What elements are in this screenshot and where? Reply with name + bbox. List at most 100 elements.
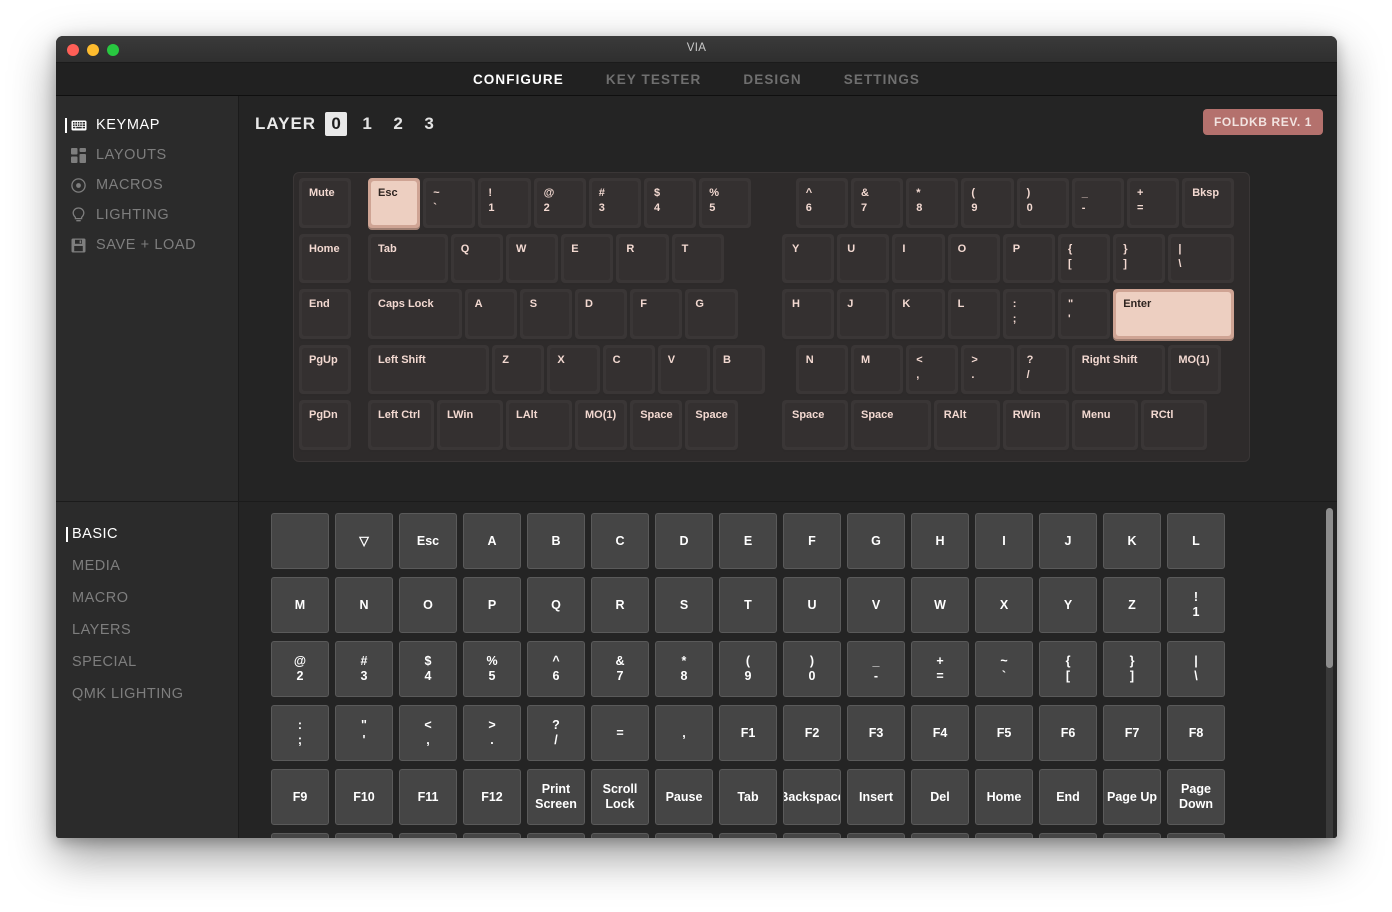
keymap-key[interactable]: { [ (1058, 233, 1111, 286)
keycode-button[interactable]: F1 (719, 705, 777, 761)
keymap-key[interactable]: @ 2 (533, 178, 586, 230)
keymap-key[interactable]: I (892, 233, 945, 286)
keymap-key[interactable]: N (795, 344, 848, 397)
keymap-key[interactable]: % 5 (699, 178, 752, 230)
keycode-button[interactable]: F3 (847, 705, 905, 761)
keycode-button[interactable]: Print Screen (527, 769, 585, 825)
keycode-button[interactable]: $ 4 (399, 641, 457, 697)
keycode-button[interactable]: ^ 6 (527, 641, 585, 697)
keycode-button[interactable]: A (463, 513, 521, 569)
keycode-button[interactable]: J (1039, 513, 1097, 569)
keycode-button[interactable]: 7 (847, 833, 905, 838)
keycode-button[interactable]: W (911, 577, 969, 633)
keymap-key[interactable]: U (837, 233, 890, 286)
keymap-key[interactable]: D (575, 289, 628, 341)
keymap-key[interactable]: ( 9 (961, 178, 1014, 230)
keycode-button[interactable]: ( 9 (719, 641, 777, 697)
sidebar-item-layouts[interactable]: LAYOUTS (56, 140, 238, 170)
keycode-button[interactable]: @ 2 (271, 641, 329, 697)
keycode-button[interactable]: 2 (527, 833, 585, 838)
keycode-button[interactable]: F8 (1167, 705, 1225, 761)
keycode-button[interactable]: C (591, 513, 649, 569)
keymap-key[interactable]: Q (450, 233, 503, 286)
keycode-button[interactable]: , (655, 705, 713, 761)
keycode-button[interactable]: Caps Lock (335, 833, 393, 838)
keycode-button[interactable]: | \ (1167, 641, 1225, 697)
keymap-key[interactable]: Caps Lock (368, 289, 462, 341)
keymap-key[interactable]: ! 1 (478, 178, 531, 230)
tab-settings[interactable]: SETTINGS (842, 70, 922, 89)
keymap-key[interactable]: _ - (1071, 178, 1124, 230)
keycode-button[interactable]: F12 (463, 769, 521, 825)
keymap-key[interactable]: Space (851, 400, 931, 452)
keycode-button[interactable]: Esc (399, 513, 457, 569)
keycode-button[interactable]: Insert (847, 769, 905, 825)
keymap-key[interactable]: Left Ctrl (368, 400, 434, 452)
keycode-button[interactable]: 1 (463, 833, 521, 838)
keymap-key[interactable]: Menu (1071, 400, 1138, 452)
sidebar-item-keymap[interactable]: KEYMAP (56, 110, 238, 140)
keymap-key[interactable]: E (561, 233, 614, 286)
keycode-button[interactable]: ) 0 (783, 641, 841, 697)
keymap-key[interactable]: Right Shift (1071, 344, 1166, 397)
keycode-button[interactable]: 9 (975, 833, 1033, 838)
keycode-button[interactable]: ? / (527, 705, 585, 761)
keycode-button[interactable]: 5 (719, 833, 777, 838)
keycode-button[interactable]: Scroll Lock (591, 769, 649, 825)
keycode-button[interactable]: 4 (655, 833, 713, 838)
keymap-key[interactable]: V (657, 344, 710, 397)
category-item-special[interactable]: SPECIAL (56, 646, 238, 678)
keycode-button[interactable]: 8 (911, 833, 969, 838)
keycode-button[interactable]: K (1103, 513, 1161, 569)
category-item-macro[interactable]: MACRO (56, 582, 238, 614)
keycode-button[interactable]: B (527, 513, 585, 569)
layer-button-3[interactable]: 3 (418, 112, 440, 136)
sidebar-item-lighting[interactable]: LIGHTING (56, 200, 238, 230)
keymap-key[interactable]: A (464, 289, 517, 341)
keymap-key[interactable]: End (299, 289, 352, 341)
keymap-key[interactable]: Enter (1113, 289, 1235, 341)
keycode-button[interactable]: 0 (1039, 833, 1097, 838)
keycode-button[interactable]: ▽ (335, 513, 393, 569)
keycode-button[interactable]: Num Lock (271, 833, 329, 838)
keycode-button[interactable]: U (783, 577, 841, 633)
keycode-button[interactable]: Q (527, 577, 585, 633)
category-item-qmk-lighting[interactable]: QMK LIGHTING (56, 678, 238, 710)
keycode-button[interactable]: # 3 (335, 641, 393, 697)
keymap-key[interactable]: } ] (1113, 233, 1166, 286)
layer-button-0[interactable]: 0 (325, 112, 348, 136)
keycode-button[interactable]: End (1039, 769, 1097, 825)
keycode-button[interactable]: > . (463, 705, 521, 761)
keymap-key[interactable]: RCtl (1140, 400, 1207, 452)
keymap-key[interactable]: $ 4 (644, 178, 697, 230)
keycode-button[interactable]: F7 (1103, 705, 1161, 761)
keycode-button[interactable]: Pause (655, 769, 713, 825)
keymap-key[interactable]: ~ ` (423, 178, 476, 230)
keycode-button[interactable]: D (655, 513, 713, 569)
keycode-button[interactable]: P (463, 577, 521, 633)
keycode-button[interactable]: Y (1039, 577, 1097, 633)
keycode-button[interactable]: F (783, 513, 841, 569)
keymap-key[interactable]: G (685, 289, 738, 341)
keymap-key[interactable]: > . (961, 344, 1014, 397)
keymap-key[interactable]: " ' (1058, 289, 1111, 341)
keymap-key[interactable]: ^ 6 (795, 178, 848, 230)
keymap-key[interactable]: Mute (299, 178, 352, 230)
keymap-key[interactable]: H (782, 289, 835, 341)
keymap-key[interactable]: J (837, 289, 890, 341)
keymap-key[interactable]: Tab (368, 233, 448, 286)
keycode-button[interactable]: * (1167, 833, 1225, 838)
keymap-key[interactable]: F (630, 289, 683, 341)
keymap-key[interactable]: Space (782, 400, 848, 452)
picker-scrollbar[interactable] (1326, 508, 1333, 838)
keymap-key[interactable]: B (713, 344, 766, 397)
keycode-button[interactable]: E (719, 513, 777, 569)
keymap-key[interactable]: LAlt (506, 400, 572, 452)
keycode-button[interactable]: V (847, 577, 905, 633)
keymap-key[interactable]: < , (906, 344, 959, 397)
keycode-button[interactable]: N (335, 577, 393, 633)
keycode-button[interactable]: Page Up (1103, 769, 1161, 825)
tab-key-tester[interactable]: KEY TESTER (604, 70, 704, 89)
keymap-key[interactable]: # 3 (588, 178, 641, 230)
keycode-button[interactable]: : ; (271, 705, 329, 761)
